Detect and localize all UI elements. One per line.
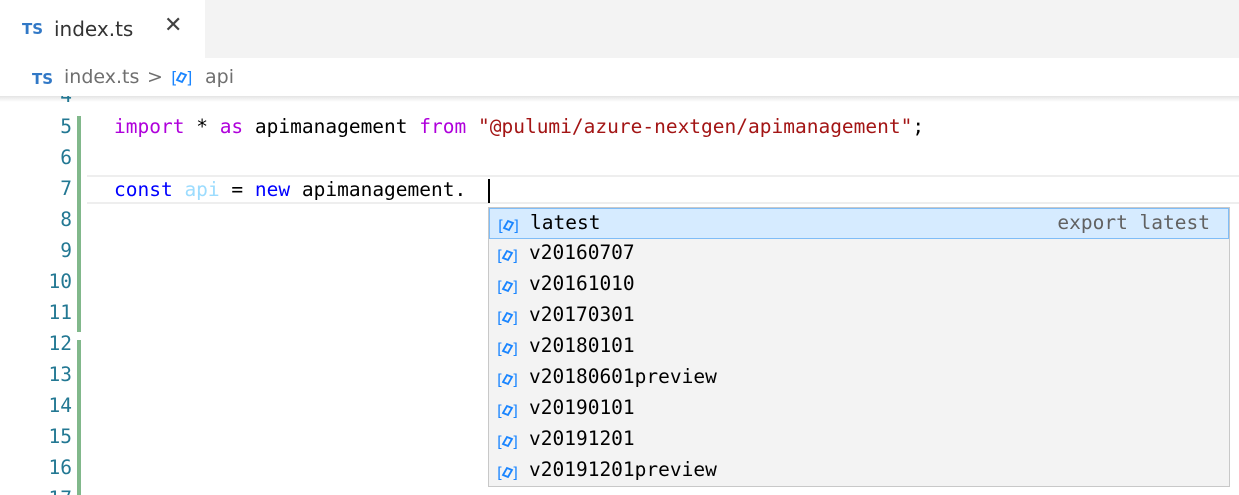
suggest-item[interactable]: [] latest export latest [489,208,1229,239]
line-number: 10 [48,270,72,293]
line-number: 17 [0,487,72,495]
svg-text:]: ] [511,433,520,451]
suggest-item-label: v20160707 [529,241,635,264]
module-icon: [] [495,463,521,488]
module-icon: [] [495,370,521,395]
svg-text:]: ] [511,309,520,327]
line-number: 16 [48,456,72,479]
breadcrumb: TS index.ts > [ ] api [0,58,1239,96]
suggest-item[interactable]: [] v20160707 [489,239,1229,270]
svg-text:[: [ [495,371,504,389]
line-number: 7 [60,177,72,200]
breadcrumb-file[interactable]: index.ts [64,66,139,88]
svg-text:[: [ [495,247,504,265]
breadcrumb-symbol[interactable]: api [205,66,234,88]
svg-text:]: ] [512,217,521,235]
member-expression: apimanagement. [290,178,467,201]
close-icon[interactable]: ✕ [164,15,182,37]
svg-text:]: ] [511,340,520,358]
code-editor[interactable]: 4 5 6 7 8 9 10 11 12 13 14 15 16 17 import * as apima… [0,96,1239,495]
chevron-right-icon: > [147,66,163,88]
suggest-item[interactable]: [] v20180101 [489,332,1229,363]
svg-text:[: [ [169,68,179,87]
keyword-new: new [254,178,291,201]
keyword-as: as [219,115,244,138]
line-number: 12 [48,332,72,355]
module-icon: [] [496,216,522,241]
typescript-file-icon: TS [32,70,54,88]
suggest-item-label: v20180601preview [529,365,717,388]
line-number: 6 [60,146,72,169]
svg-text:[: [ [495,433,504,451]
tab-label: index.ts [54,17,134,41]
svg-text:[: [ [495,464,504,482]
svg-text:[: [ [495,309,504,327]
svg-text:]: ] [511,402,520,420]
svg-text:]: ] [511,464,520,482]
code-line-7: const api = new apimanagement. [114,178,466,201]
svg-text:[: [ [496,217,505,235]
line-number: 11 [48,301,72,324]
suggest-item-detail: export latest [1057,211,1210,234]
svg-text:]: ] [185,68,195,87]
operator-equals: = [219,178,255,201]
variable-api: api [172,178,220,201]
suggest-item[interactable]: [] v20191201 [489,425,1229,456]
module-icon: [] [495,308,521,333]
identifier: apimanagement [243,115,420,138]
module-icon: [] [495,339,521,364]
line-number: 8 [60,208,72,231]
svg-text:[: [ [495,340,504,358]
suggest-item-label: v20180101 [529,334,635,357]
module-icon: [] [495,432,521,457]
svg-text:[: [ [495,402,504,420]
module-icon: [] [495,401,521,426]
suggest-item-label: v20170301 [529,303,635,326]
keyword-from: from [419,115,467,138]
svg-text:]: ] [511,371,520,389]
keyword-const: const [114,178,173,201]
suggest-item[interactable]: [] v20190101 [489,394,1229,425]
module-icon: [] [495,277,521,302]
suggest-item-label: v20190101 [529,396,635,419]
gutter-gap [77,332,81,340]
keyword-import: import [114,115,185,138]
text-cursor [488,179,490,203]
svg-text:]: ] [511,247,520,265]
suggest-widget[interactable]: [] latest export latest [] v20160707 [] v20161… [488,207,1230,487]
tab-index-ts[interactable]: TS index.ts ✕ [0,0,205,58]
svg-text:]: ] [511,278,520,296]
semicolon: ; [912,115,925,138]
module-icon: [ ] [169,67,195,91]
suggest-item[interactable]: [] v20180601preview [489,363,1229,394]
suggest-item[interactable]: [] v20161010 [489,270,1229,301]
tab-bar: TS index.ts ✕ [0,0,1239,58]
suggest-item[interactable]: [] v20170301 [489,301,1229,332]
line-number: 4 [0,96,72,107]
suggest-item[interactable]: [] v20191201preview [489,456,1229,487]
svg-text:[: [ [495,278,504,296]
string-literal: "@pulumi/azure-nextgen/apimanagement" [466,115,913,138]
operator-star: * [184,115,220,138]
gutter-added-indicator [77,116,81,495]
line-number: 5 [60,115,72,138]
suggest-item-label: v20161010 [529,272,635,295]
code-line-5: import * as apimanagement from "@pulumi/… [114,115,924,138]
line-number: 14 [48,394,72,417]
line-number: 9 [60,239,72,262]
line-number: 13 [48,363,72,386]
module-icon: [] [495,246,521,271]
suggest-item-label: v20191201 [529,427,635,450]
suggest-item-label: latest [530,211,601,234]
line-number: 15 [48,425,72,448]
typescript-file-icon: TS [22,20,44,38]
suggest-item-label: v20191201preview [529,458,717,481]
